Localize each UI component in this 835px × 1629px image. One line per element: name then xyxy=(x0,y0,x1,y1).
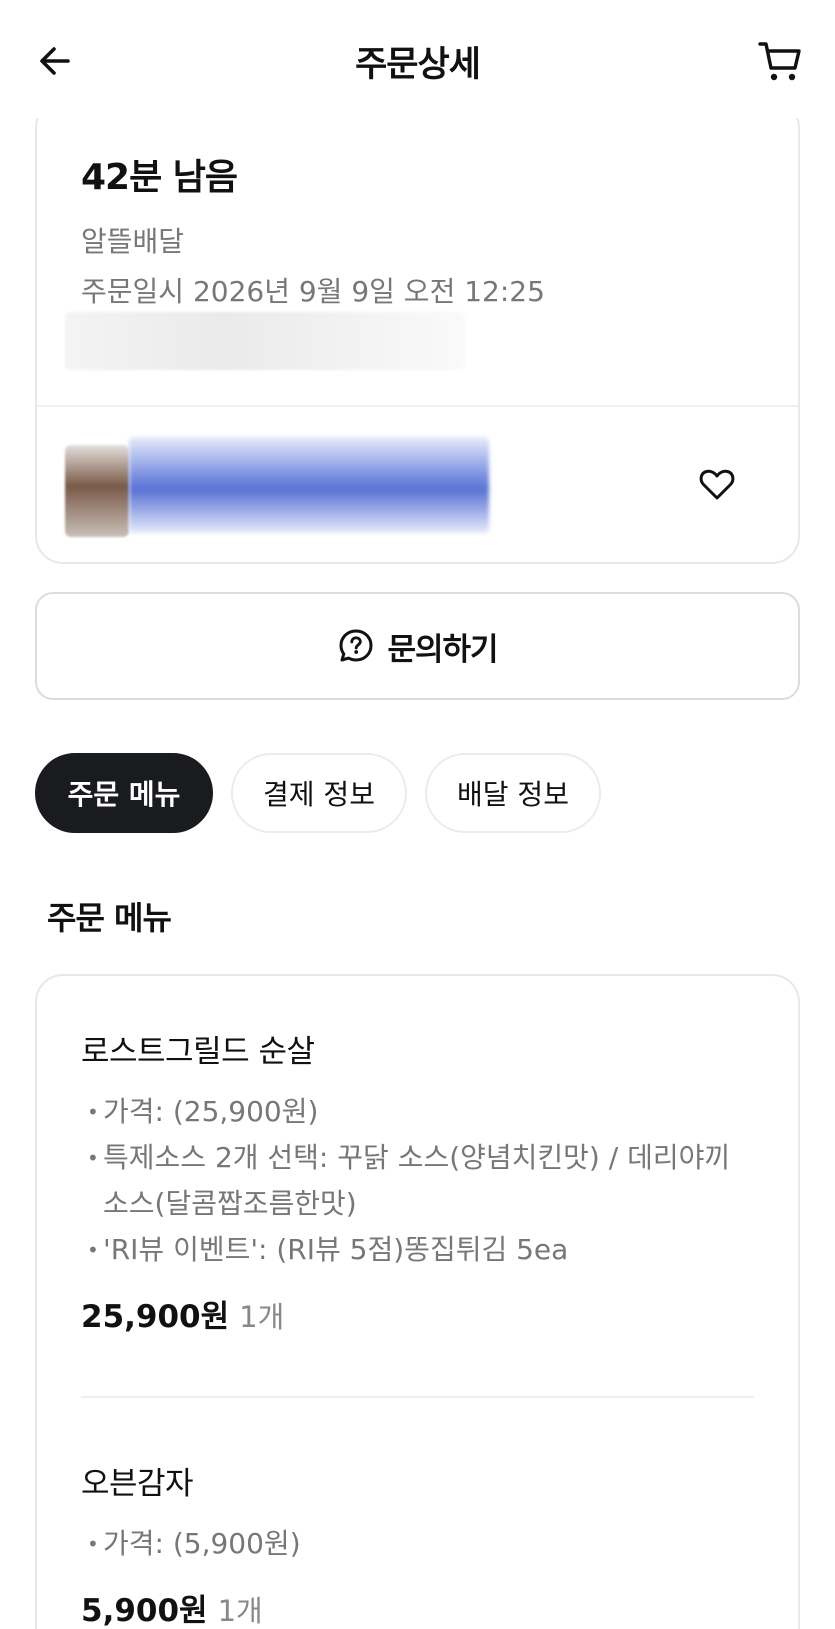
menu-option: 'RI뷰 이벤트': (RI뷰 5점)똥집튀김 5ea xyxy=(81,1227,754,1273)
tab-delivery-info[interactable]: 배달 정보 xyxy=(425,753,601,833)
price-row: 25,900원 1개 xyxy=(81,1291,754,1336)
order-menu-card: 로스트그릴드 순살 가격: (25,900원) 특제소스 2개 선택: 꾸닭 소… xyxy=(35,974,800,1629)
inquiry-label: 문의하기 xyxy=(387,631,498,668)
menu-item: 오븐감자 가격: (5,900원) 5,900원 1개 xyxy=(81,1458,754,1629)
top-bar: 주문상세 xyxy=(0,0,835,118)
heart-icon xyxy=(699,469,735,500)
menu-item-price: 25,900원 xyxy=(81,1299,230,1335)
price-row: 5,900원 1개 xyxy=(81,1585,754,1629)
menu-option: 특제소스 2개 선택: 꾸닭 소스(양념치킨맛) / 데리야끼 소스(달콤짭조름… xyxy=(81,1135,754,1227)
menu-item-name: 오븐감자 xyxy=(81,1466,194,1502)
tab-order-menu[interactable]: 주문 메뉴 xyxy=(35,753,213,833)
menu-option: 가격: (25,900원) xyxy=(81,1089,754,1135)
redacted-store-name xyxy=(129,437,489,533)
time-remaining: 42분 남음 xyxy=(81,157,238,198)
menu-item-name: 로스트그릴드 순살 xyxy=(81,1034,315,1070)
divider xyxy=(81,1396,754,1398)
menu-item-quantity: 1개 xyxy=(239,1300,285,1334)
cart-button[interactable] xyxy=(755,36,805,86)
tab-payment-info[interactable]: 결제 정보 xyxy=(231,753,407,833)
menu-option: 가격: (5,900원) xyxy=(81,1521,754,1567)
cart-icon xyxy=(758,42,801,81)
order-datetime: 주문일시 2026년 9월 9일 오전 12:25 xyxy=(81,275,545,308)
favorite-button[interactable] xyxy=(692,459,742,509)
tab-bar: 주문 메뉴 결제 정보 배달 정보 xyxy=(35,753,601,833)
store-thumbnail xyxy=(65,445,129,537)
menu-item: 로스트그릴드 순살 가격: (25,900원) 특제소스 2개 선택: 꾸닭 소… xyxy=(81,1026,754,1336)
menu-item-quantity: 1개 xyxy=(217,1594,263,1628)
inquiry-button[interactable]: 문의하기 xyxy=(35,592,800,700)
redacted-order-info xyxy=(65,312,465,370)
page-title: 주문상세 xyxy=(355,45,481,85)
question-bubble-icon xyxy=(339,629,373,662)
order-status-card: 42분 남음 알뜰배달 주문일시 2026년 9월 9일 오전 12:25 xyxy=(35,100,800,564)
delivery-type: 알뜰배달 xyxy=(81,225,185,258)
store-row[interactable] xyxy=(37,407,798,562)
section-title: 주문 메뉴 xyxy=(47,899,172,937)
menu-item-price: 5,900원 xyxy=(81,1593,208,1629)
